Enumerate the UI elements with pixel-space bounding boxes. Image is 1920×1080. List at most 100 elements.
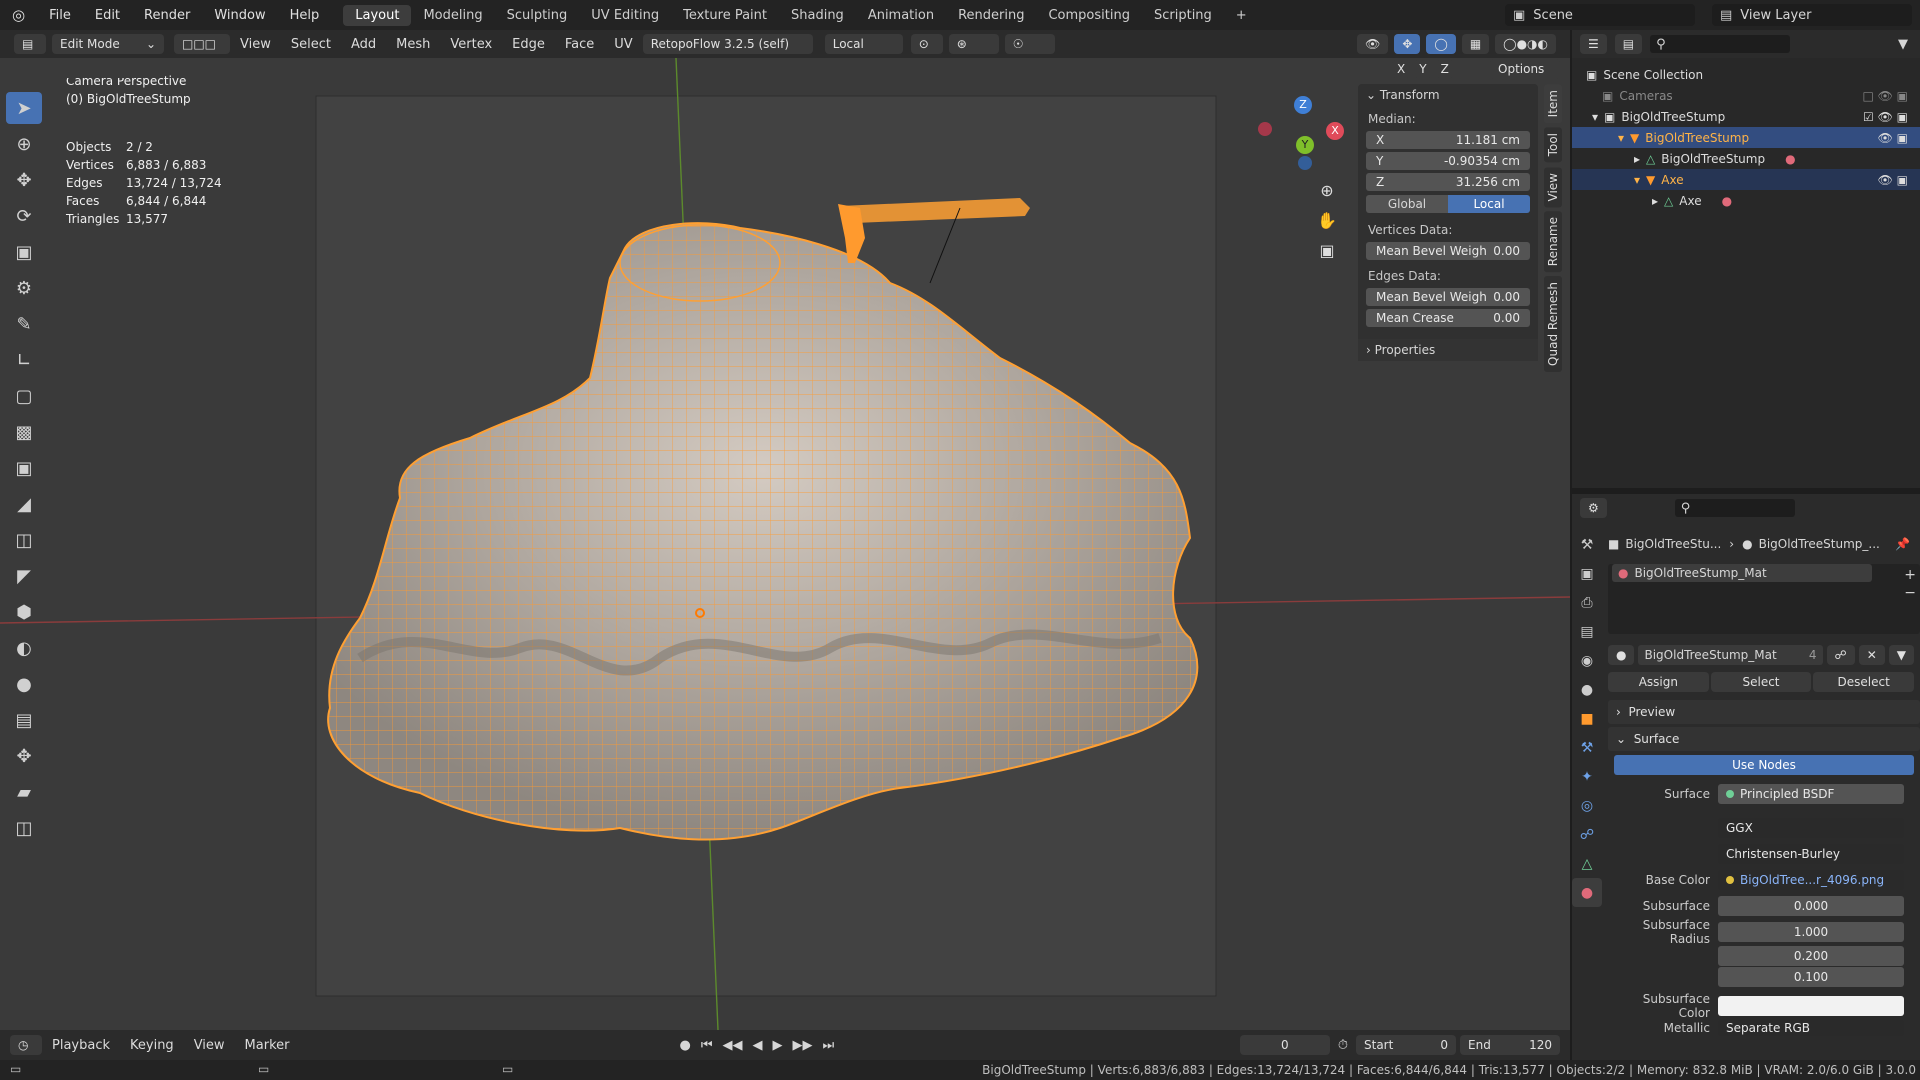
blender-logo-icon[interactable]: ◎ bbox=[0, 6, 37, 24]
shrink-fatten-tool-icon[interactable]: ✥ bbox=[6, 740, 42, 772]
pivot-icon[interactable]: ⊙ bbox=[910, 34, 943, 54]
menu-window[interactable]: Window bbox=[202, 8, 277, 23]
gizmo-z[interactable]: Z bbox=[1294, 96, 1312, 114]
visibility-icons[interactable]: 👁 ▣ bbox=[1878, 131, 1908, 145]
loop-cut-tool-icon[interactable]: ◫ bbox=[6, 524, 42, 556]
transform-header[interactable]: ⌄ Transform bbox=[1358, 84, 1538, 106]
subsurface-field[interactable]: 0.000 bbox=[1718, 896, 1904, 916]
mirror-y-toggle[interactable]: Y bbox=[1414, 60, 1432, 78]
median-x-field[interactable]: X 11.181 cm bbox=[1366, 131, 1530, 149]
poly-build-tool-icon[interactable]: ⬢ bbox=[6, 596, 42, 628]
gizmo-neg-x[interactable] bbox=[1258, 122, 1272, 136]
snap-icon[interactable]: ⊛ bbox=[948, 34, 999, 54]
extrude-tool-icon[interactable]: ▩ bbox=[6, 416, 42, 448]
physics-tab-icon[interactable]: ◎ bbox=[1572, 791, 1602, 820]
tab-texture-paint[interactable]: Texture Paint bbox=[671, 5, 779, 26]
subsurface-method-dropdown[interactable]: Christensen-Burley bbox=[1718, 844, 1904, 864]
outliner-editor-icon[interactable]: ☰ bbox=[1580, 34, 1607, 54]
properties-header[interactable]: › Properties bbox=[1358, 339, 1538, 361]
select-box-modes[interactable] bbox=[46, 60, 142, 78]
menu-vertex[interactable]: Vertex bbox=[440, 37, 502, 52]
properties-editor-icon[interactable]: ⚙ bbox=[1580, 498, 1607, 518]
median-y-field[interactable]: Y -0.90354 cm bbox=[1366, 152, 1530, 170]
pan-hand-icon[interactable]: ✋ bbox=[1314, 206, 1340, 236]
outliner-row-axe-object[interactable]: ▾ ▼ Axe 👁 ▣ bbox=[1572, 169, 1920, 190]
material-browse-icon[interactable]: ● bbox=[1608, 645, 1635, 665]
timeline-editor-icon[interactable]: ◷ bbox=[10, 1035, 42, 1055]
material-tab-icon[interactable]: ● bbox=[1572, 878, 1602, 907]
visibility-icons[interactable]: □ 👁 ▣ bbox=[1862, 89, 1908, 103]
subsurface-color-swatch[interactable] bbox=[1718, 996, 1904, 1016]
tab-layout[interactable]: Layout bbox=[343, 4, 412, 26]
menu-face[interactable]: Face bbox=[555, 37, 604, 52]
modifier-tab-icon[interactable]: ⚒ bbox=[1572, 733, 1602, 762]
menu-edit[interactable]: Edit bbox=[83, 8, 132, 23]
prev-keyframe-icon[interactable]: ◀◀ bbox=[723, 1038, 743, 1053]
menu-view[interactable]: View bbox=[230, 37, 281, 52]
jump-end-icon[interactable]: ⏭ bbox=[823, 1038, 835, 1053]
surface-shader-field[interactable]: Principled BSDF bbox=[1718, 784, 1904, 804]
tab-animation[interactable]: Animation bbox=[856, 5, 946, 26]
material-slot-list[interactable]: ● BigOldTreeStump_Mat + − bbox=[1608, 564, 1920, 634]
mean-crease-field[interactable]: Mean Crease 0.00 bbox=[1366, 309, 1530, 327]
shear-tool-icon[interactable]: ▰ bbox=[6, 776, 42, 808]
outliner-row-stump-mesh[interactable]: ▸ △ BigOldTreeStump ● bbox=[1572, 148, 1920, 169]
add-cube-tool-icon[interactable]: ▢ bbox=[6, 380, 42, 412]
radius-x-field[interactable]: 1.000 bbox=[1718, 922, 1904, 942]
play-reverse-icon[interactable]: ◀ bbox=[753, 1038, 763, 1053]
navigation-gizmo[interactable]: Z X Y bbox=[1256, 96, 1346, 176]
current-frame-field[interactable]: 0 bbox=[1239, 1035, 1330, 1055]
select-mode-buttons[interactable]: □□□ bbox=[174, 34, 230, 54]
menu-mesh[interactable]: Mesh bbox=[386, 37, 440, 52]
expand-arrow-icon[interactable]: ▾ bbox=[1592, 110, 1598, 124]
knife-tool-icon[interactable]: ◤ bbox=[6, 560, 42, 592]
tab-view[interactable]: View bbox=[1544, 166, 1562, 208]
pin-icon[interactable]: 📌 bbox=[1895, 537, 1920, 551]
mean-bevel-edge-field[interactable]: Mean Bevel Weigh 0.00 bbox=[1366, 288, 1530, 306]
mean-bevel-vertex-field[interactable]: Mean Bevel Weigh 0.00 bbox=[1366, 242, 1530, 260]
median-z-field[interactable]: Z 31.256 cm bbox=[1366, 173, 1530, 191]
record-icon[interactable]: ● bbox=[679, 1038, 690, 1053]
mirror-z-toggle[interactable]: Z bbox=[1435, 60, 1454, 78]
smooth-tool-icon[interactable]: ● bbox=[6, 668, 42, 700]
tab-uv-editing[interactable]: UV Editing bbox=[579, 5, 671, 26]
xray-icon[interactable]: ▦ bbox=[1461, 34, 1490, 54]
deselect-button[interactable]: Deselect bbox=[1813, 672, 1915, 692]
outliner-row-scene-collection[interactable]: ▣ Scene Collection bbox=[1572, 64, 1920, 85]
proportional-edit-icon[interactable]: ☉ bbox=[1004, 34, 1055, 54]
expand-arrow-icon[interactable]: ▸ bbox=[1652, 194, 1658, 208]
menu-render[interactable]: Render bbox=[132, 8, 202, 23]
menu-playback[interactable]: Playback bbox=[42, 1038, 120, 1053]
local-toggle[interactable]: Local bbox=[1448, 195, 1530, 213]
tab-scripting[interactable]: Scripting bbox=[1142, 5, 1224, 26]
edge-slide-tool-icon[interactable]: ▤ bbox=[6, 704, 42, 736]
fake-user-icon[interactable]: ☍ bbox=[1826, 645, 1855, 665]
cursor-tool-icon[interactable]: ⊕ bbox=[6, 128, 42, 160]
inset-tool-icon[interactable]: ▣ bbox=[6, 452, 42, 484]
tab-rename[interactable]: Rename bbox=[1544, 211, 1562, 273]
menu-help[interactable]: Help bbox=[278, 8, 332, 23]
preview-section[interactable]: › Preview bbox=[1608, 700, 1920, 724]
use-nodes-button[interactable]: Use Nodes bbox=[1614, 755, 1914, 775]
slot-add-remove[interactable]: + − bbox=[1904, 566, 1916, 602]
metallic-field[interactable]: Separate RGB bbox=[1718, 1020, 1904, 1036]
scene-tab-icon[interactable]: ◉ bbox=[1572, 646, 1602, 675]
select-button[interactable]: Select bbox=[1710, 672, 1812, 692]
display-mode-icon[interactable]: ▤ bbox=[1614, 34, 1643, 54]
scale-tool-icon[interactable]: ▣ bbox=[6, 236, 42, 268]
view-layer-selector[interactable]: ▤ View Layer bbox=[1712, 4, 1912, 26]
menu-uv[interactable]: UV bbox=[604, 37, 642, 52]
tab-sculpting[interactable]: Sculpting bbox=[495, 5, 580, 26]
editor-type-icon[interactable]: ▤ bbox=[14, 34, 46, 54]
expand-arrow-icon[interactable]: ▾ bbox=[1634, 173, 1640, 187]
assign-button[interactable]: Assign bbox=[1608, 672, 1709, 692]
filter-icon[interactable]: ▼ bbox=[1898, 37, 1920, 52]
tab-tool[interactable]: Tool bbox=[1544, 127, 1562, 163]
rotate-tool-icon[interactable]: ⟳ bbox=[6, 200, 42, 232]
particles-tab-icon[interactable]: ✦ bbox=[1572, 762, 1602, 791]
render-tab-icon[interactable]: ▣ bbox=[1572, 559, 1602, 588]
options-dropdown[interactable]: Options bbox=[1490, 59, 1560, 79]
annotate-tool-icon[interactable]: ✎ bbox=[6, 308, 42, 340]
gizmo-neg-z[interactable] bbox=[1298, 156, 1312, 170]
material-slot-item[interactable]: ● BigOldTreeStump_Mat bbox=[1612, 564, 1872, 582]
